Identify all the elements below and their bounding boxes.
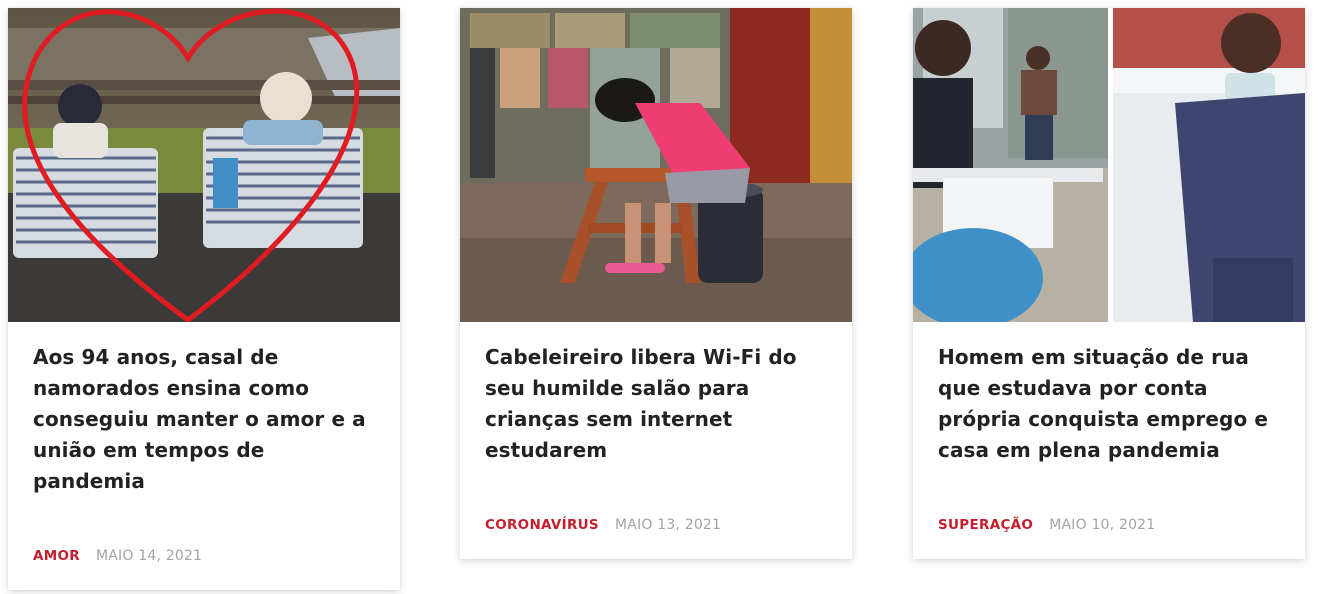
article-grid: Aos 94 anos, casal de namorados ensina c…	[0, 0, 1332, 594]
elderly-couple-photo-icon	[8, 8, 400, 322]
article-category[interactable]: AMOR	[33, 548, 80, 564]
article-title[interactable]: Aos 94 anos, casal de namorados ensina c…	[8, 322, 400, 497]
article-meta: CORONAVÍRUS MAIO 13, 2021	[485, 517, 721, 533]
girl-studying-photo-icon	[460, 8, 852, 322]
article-meta: AMOR MAIO 14, 2021	[33, 548, 202, 564]
article-card[interactable]: Cabeleireiro libera Wi-Fi do seu humilde…	[460, 8, 852, 559]
article-title[interactable]: Homem em situação de rua que estudava po…	[913, 322, 1305, 466]
article-thumbnail[interactable]	[8, 8, 400, 322]
article-thumbnail[interactable]	[460, 8, 852, 322]
article-date: MAIO 10, 2021	[1049, 517, 1156, 533]
article-date: MAIO 13, 2021	[614, 517, 722, 533]
article-thumbnail[interactable]	[913, 8, 1305, 322]
article-card[interactable]: Aos 94 anos, casal de namorados ensina c…	[8, 8, 400, 590]
man-studying-photo-icon	[913, 8, 1305, 322]
article-date: MAIO 14, 2021	[95, 548, 203, 564]
article-title[interactable]: Cabeleireiro libera Wi-Fi do seu humilde…	[460, 322, 852, 466]
article-category[interactable]: SUPERAÇÃO	[938, 517, 1033, 533]
article-meta: SUPERAÇÃO MAIO 10, 2021	[938, 517, 1155, 533]
article-category[interactable]: CORONAVÍRUS	[485, 517, 599, 533]
article-card[interactable]: Homem em situação de rua que estudava po…	[913, 8, 1305, 559]
